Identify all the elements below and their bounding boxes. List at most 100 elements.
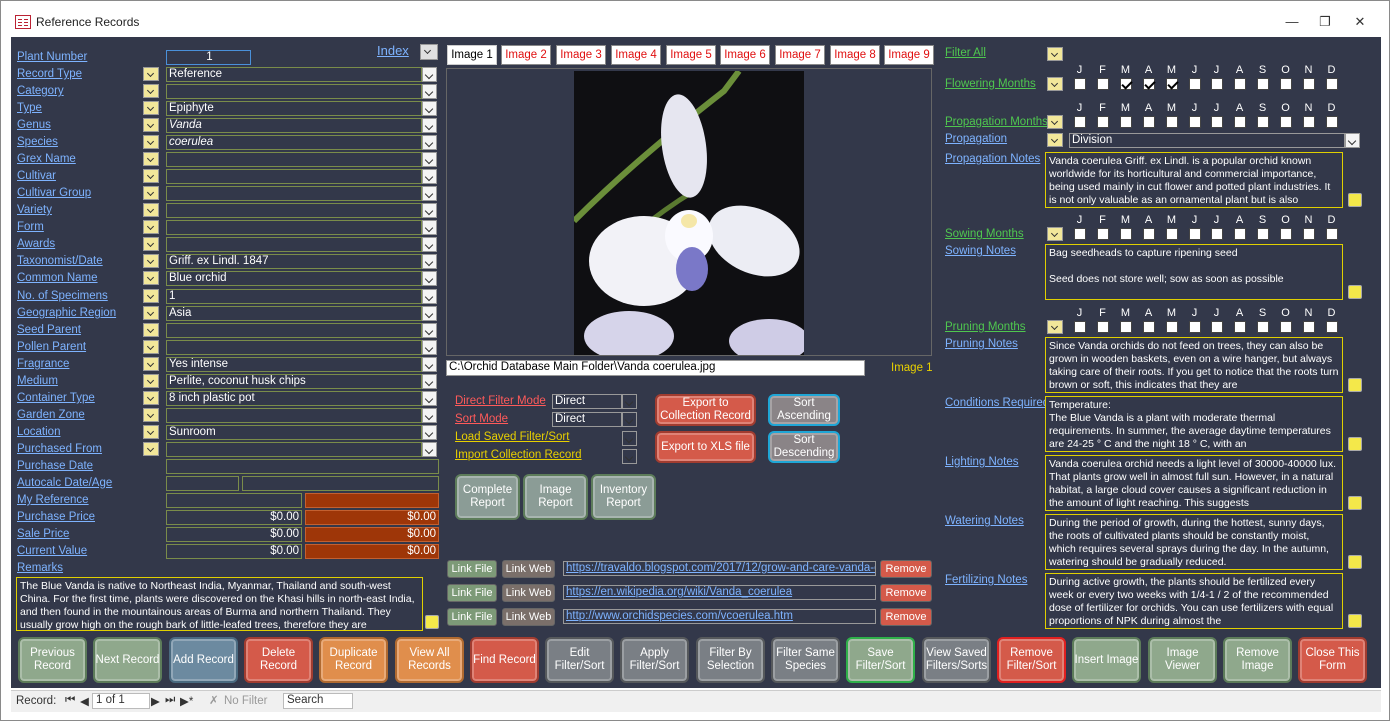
load-saved-filter-label[interactable]: Load Saved Filter/Sort (455, 430, 569, 444)
link-url-0[interactable]: https://travaldo.blogspot.com/2017/12/gr… (563, 561, 876, 576)
field-label-24[interactable]: Purchase Date (17, 459, 93, 473)
sort-mode-label[interactable]: Sort Mode (455, 412, 508, 426)
bottom-button-6[interactable]: View All Records (395, 637, 464, 683)
link-url-2[interactable]: http://www.orchidspecies.com/vcoerulea.h… (563, 609, 876, 624)
load-saved-filter-dropdown[interactable] (622, 431, 637, 446)
field-dropdown-16[interactable] (422, 323, 437, 338)
flowering-months-checkbox-4[interactable] (1166, 78, 1178, 90)
field-value-16[interactable] (166, 323, 422, 338)
bottom-button-15[interactable]: Insert Image (1072, 637, 1141, 683)
pruning-notes-zoom-button[interactable] (1348, 378, 1362, 392)
export-to-xls-button[interactable]: Export to XLS file (655, 431, 756, 463)
field-dropdown-button-4[interactable] (143, 118, 159, 132)
minimize-icon[interactable]: — (1284, 15, 1300, 29)
direct-filter-mode-label[interactable]: Direct Filter Mode (455, 394, 546, 408)
field-dropdown-button-23[interactable] (143, 442, 159, 456)
autocalc-age-field[interactable] (242, 476, 439, 491)
field-value-4[interactable]: Vanda (166, 118, 422, 133)
bottom-button-12[interactable]: Save Filter/Sort (846, 637, 915, 683)
fertilizing-notes-label[interactable]: Fertilizing Notes (945, 573, 1027, 587)
next-record-icon[interactable]: ▶ (151, 694, 160, 708)
remarks-zoom-button[interactable] (425, 615, 439, 629)
propagation-notes-textbox[interactable]: Vanda coerulea Griff. ex Lindl. is a pop… (1045, 152, 1343, 208)
field-value-24[interactable] (166, 459, 439, 474)
lighting-notes-textbox[interactable]: Vanda coerulea orchid needs a light leve… (1045, 455, 1343, 511)
import-collection-record-label[interactable]: Import Collection Record (455, 448, 582, 462)
pruning-months-checkbox-4[interactable] (1166, 321, 1178, 333)
image-path-field[interactable]: C:\Orchid Database Main Folder\Vanda coe… (446, 360, 865, 376)
field-dropdown-button-11[interactable] (143, 237, 159, 251)
field-dropdown-button-14[interactable] (143, 289, 159, 303)
conditions-required-zoom-button[interactable] (1348, 437, 1362, 451)
sowing-notes-textbox[interactable]: Bag seedheads to capture ripening seed S… (1045, 244, 1343, 300)
bottom-button-18[interactable]: Close This Form (1298, 637, 1367, 683)
filter-status[interactable]: No Filter (224, 695, 267, 707)
sowing-months-checkbox-10[interactable] (1303, 228, 1315, 240)
field-dropdown-button-16[interactable] (143, 323, 159, 337)
propagation-months-label[interactable]: Propagation Months (945, 115, 1048, 129)
field-value2-28[interactable]: $0.00 (305, 527, 439, 542)
conditions-required-label[interactable]: Conditions Required (945, 396, 1049, 410)
sowing-months-checkbox-4[interactable] (1166, 228, 1178, 240)
image-tab-9[interactable]: Image 9 (884, 45, 934, 65)
field-dropdown-button-15[interactable] (143, 306, 159, 320)
index-dropdown-button[interactable] (420, 44, 438, 60)
field-label-25[interactable]: Autocalc Date/Age (17, 476, 112, 490)
link-file-button-2[interactable]: Link File (447, 608, 497, 626)
field-value-15[interactable]: Asia (166, 306, 422, 321)
propagation-months-checkbox-6[interactable] (1211, 116, 1223, 128)
field-label-19[interactable]: Medium (17, 374, 58, 388)
pruning-months-checkbox-7[interactable] (1234, 321, 1246, 333)
field-dropdown-12[interactable] (422, 254, 437, 269)
image-tab-4[interactable]: Image 4 (611, 45, 661, 65)
index-link[interactable]: Index (377, 44, 409, 58)
field-dropdown-button-19[interactable] (143, 374, 159, 388)
link-web-button-0[interactable]: Link Web (502, 560, 555, 578)
pruning-months-checkbox-1[interactable] (1097, 321, 1109, 333)
sowing-months-checkbox-5[interactable] (1189, 228, 1201, 240)
field-label-28[interactable]: Sale Price (17, 527, 69, 541)
bottom-button-14[interactable]: Remove Filter/Sort (997, 637, 1066, 683)
import-collection-record-dropdown[interactable] (622, 449, 637, 464)
field-value-17[interactable] (166, 340, 422, 355)
watering-notes-zoom-button[interactable] (1348, 555, 1362, 569)
pruning-months-checkbox-0[interactable] (1074, 321, 1086, 333)
image-report-button[interactable]: Image Report (523, 474, 588, 520)
pruning-months-checkbox-8[interactable] (1257, 321, 1269, 333)
field-dropdown-2[interactable] (422, 84, 437, 99)
pruning-notes-label[interactable]: Pruning Notes (945, 337, 1018, 351)
field-label-14[interactable]: No. of Specimens (17, 289, 108, 303)
field-dropdown-button-12[interactable] (143, 254, 159, 268)
field-label-23[interactable]: Purchased From (17, 442, 102, 456)
sowing-notes-label[interactable]: Sowing Notes (945, 244, 1016, 258)
field-label-8[interactable]: Cultivar Group (17, 186, 91, 200)
propagation-months-checkbox-1[interactable] (1097, 116, 1109, 128)
field-value2-29[interactable]: $0.00 (305, 544, 439, 559)
field-dropdown-5[interactable] (422, 135, 437, 150)
propagation-months-checkbox-5[interactable] (1189, 116, 1201, 128)
propagation-notes-zoom-button[interactable] (1348, 193, 1362, 207)
propagation-label[interactable]: Propagation (945, 132, 1007, 146)
image-tab-1[interactable]: Image 1 (447, 45, 497, 65)
field-dropdown-21[interactable] (422, 408, 437, 423)
propagation-months-checkbox-0[interactable] (1074, 116, 1086, 128)
field-dropdown-19[interactable] (422, 374, 437, 389)
link-web-button-1[interactable]: Link Web (502, 584, 555, 602)
bottom-button-7[interactable]: Find Record (470, 637, 539, 683)
field-label-27[interactable]: Purchase Price (17, 510, 95, 524)
previous-record-icon[interactable]: ◀ (80, 694, 89, 708)
field-label-11[interactable]: Awards (17, 237, 55, 251)
sowing-notes-zoom-button[interactable] (1348, 285, 1362, 299)
field-value-11[interactable] (166, 237, 422, 252)
flowering-months-checkbox-11[interactable] (1326, 78, 1338, 90)
link-file-button-1[interactable]: Link File (447, 584, 497, 602)
autocalc-date-field[interactable] (166, 476, 239, 491)
new-record-icon[interactable]: ▶* (180, 694, 193, 708)
field-dropdown-1[interactable] (422, 67, 437, 82)
pruning-months-checkbox-9[interactable] (1280, 321, 1292, 333)
bottom-button-5[interactable]: Duplicate Record (319, 637, 388, 683)
propagation-dropdown[interactable] (1345, 133, 1360, 148)
field-value-14[interactable]: 1 (166, 289, 422, 304)
field-value-3[interactable]: Epiphyte (166, 101, 422, 116)
pruning-months-label[interactable]: Pruning Months (945, 320, 1026, 334)
